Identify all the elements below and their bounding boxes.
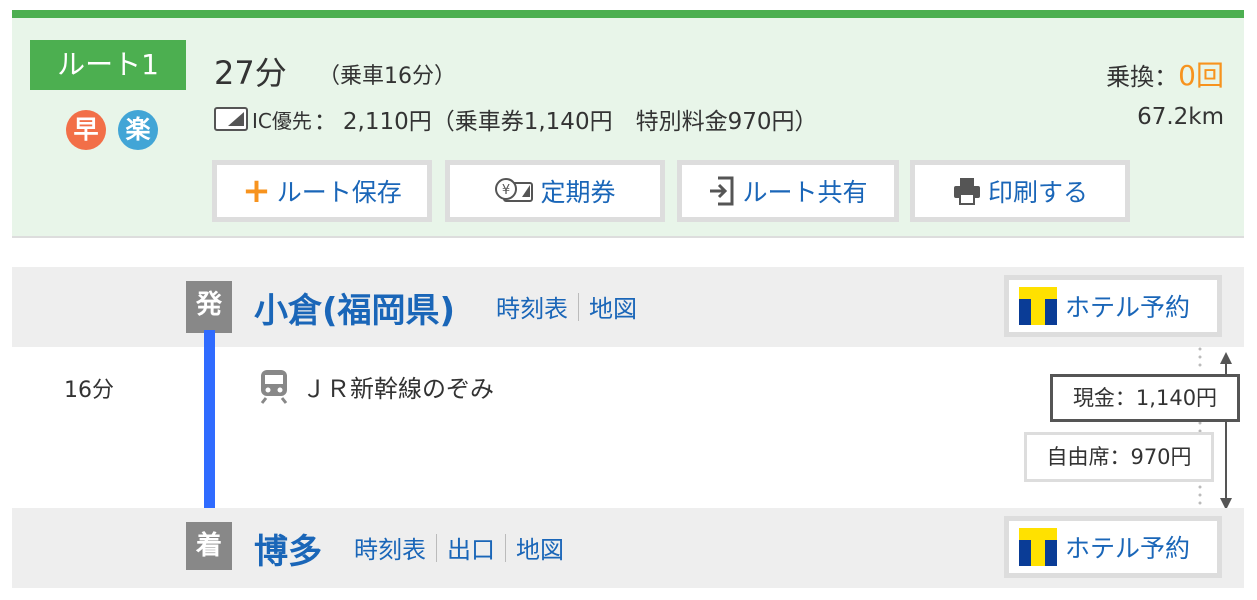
- fare-breakdown: （乗車券1,140円 特別料金970円）: [431, 109, 818, 135]
- arrival-links: 時刻表 出口 地図: [354, 530, 564, 565]
- non-reserved-seat-fare: 自由席：970円: [1024, 432, 1214, 482]
- departure-links: 時刻表 地図: [496, 289, 637, 324]
- route-label[interactable]: ルート1: [30, 40, 186, 90]
- arrival-station-row: 着 博多 時刻表 出口 地図 ホテル予約: [12, 508, 1244, 588]
- train-info: ＪＲ新幹線のぞみ: [258, 368, 494, 404]
- link-divider: [436, 533, 437, 562]
- train-name[interactable]: ＪＲ新幹線のぞみ: [302, 369, 494, 404]
- commuter-pass-button[interactable]: ¥ 定期券: [445, 160, 665, 222]
- ic-priority-label: IC優先: [252, 108, 312, 133]
- train-icon: [258, 368, 290, 404]
- easiest-badge: 楽: [118, 110, 158, 150]
- dotted-divider: [1198, 347, 1202, 367]
- print-label: 印刷する: [987, 178, 1088, 207]
- arrival-station-name[interactable]: 博多: [254, 524, 322, 573]
- transfer-info: 乗換：0回: [1106, 54, 1224, 94]
- departure-map-link[interactable]: 地図: [589, 289, 637, 324]
- share-icon: [708, 176, 736, 206]
- arrival-timetable-link[interactable]: 時刻表: [354, 530, 426, 565]
- link-divider: [578, 292, 579, 321]
- ride-time: （乗車16分）: [318, 64, 456, 89]
- print-button[interactable]: 印刷する: [910, 160, 1130, 222]
- arrival-exit-link[interactable]: 出口: [447, 530, 495, 565]
- fare-summary: IC優先 ： 2,110円 （乗車券1,140円 特別料金970円）: [214, 104, 818, 135]
- printer-icon: [952, 176, 982, 206]
- share-route-label: ルート共有: [742, 178, 868, 207]
- arrival-hotel-button[interactable]: ホテル予約: [1004, 516, 1222, 578]
- t-logo-icon: [1019, 528, 1057, 566]
- departure-mark: 発: [186, 281, 232, 333]
- t-logo-icon: [1019, 287, 1057, 325]
- hotel-label: ホテル予約: [1065, 534, 1191, 563]
- commuter-pass-icon: ¥: [494, 177, 534, 205]
- svg-text:¥: ¥: [502, 183, 510, 198]
- fare-separator: ：: [313, 109, 337, 135]
- commuter-pass-label: 定期券: [540, 178, 616, 207]
- save-route-label: ルート保存: [276, 178, 402, 207]
- save-route-button[interactable]: + ルート保存: [212, 160, 432, 222]
- fastest-badge: 早: [66, 110, 106, 150]
- ic-card-icon: [214, 107, 248, 131]
- arrival-mark: 着: [186, 522, 232, 570]
- arrival-map-link[interactable]: 地図: [516, 530, 564, 565]
- share-route-button[interactable]: ルート共有: [677, 160, 899, 222]
- route-summary-panel: ルート1 早 楽 27分 （乗車16分） IC優先 ： 2,110円 （乗車券1…: [12, 10, 1244, 238]
- cash-fare: 現金：1,140円: [1050, 374, 1240, 422]
- distance: 67.2km: [1137, 104, 1224, 130]
- fare-total: 2,110円: [342, 109, 432, 135]
- plus-icon: +: [242, 171, 271, 211]
- transfer-label: 乗換：: [1106, 63, 1179, 91]
- hotel-label: ホテル予約: [1065, 293, 1191, 322]
- transfer-count: 0回: [1178, 59, 1224, 92]
- segment-time: 16分: [64, 378, 114, 403]
- dotted-divider: [1198, 485, 1202, 505]
- route-line: [204, 330, 215, 520]
- departure-station-row: 発 小倉(福岡県) 時刻表 地図 ホテル予約: [12, 267, 1244, 347]
- departure-hotel-button[interactable]: ホテル予約: [1004, 275, 1222, 337]
- total-time: 27分: [214, 54, 287, 92]
- departure-station-name[interactable]: 小倉(福岡県): [254, 283, 455, 332]
- link-divider: [505, 533, 506, 562]
- departure-timetable-link[interactable]: 時刻表: [496, 289, 568, 324]
